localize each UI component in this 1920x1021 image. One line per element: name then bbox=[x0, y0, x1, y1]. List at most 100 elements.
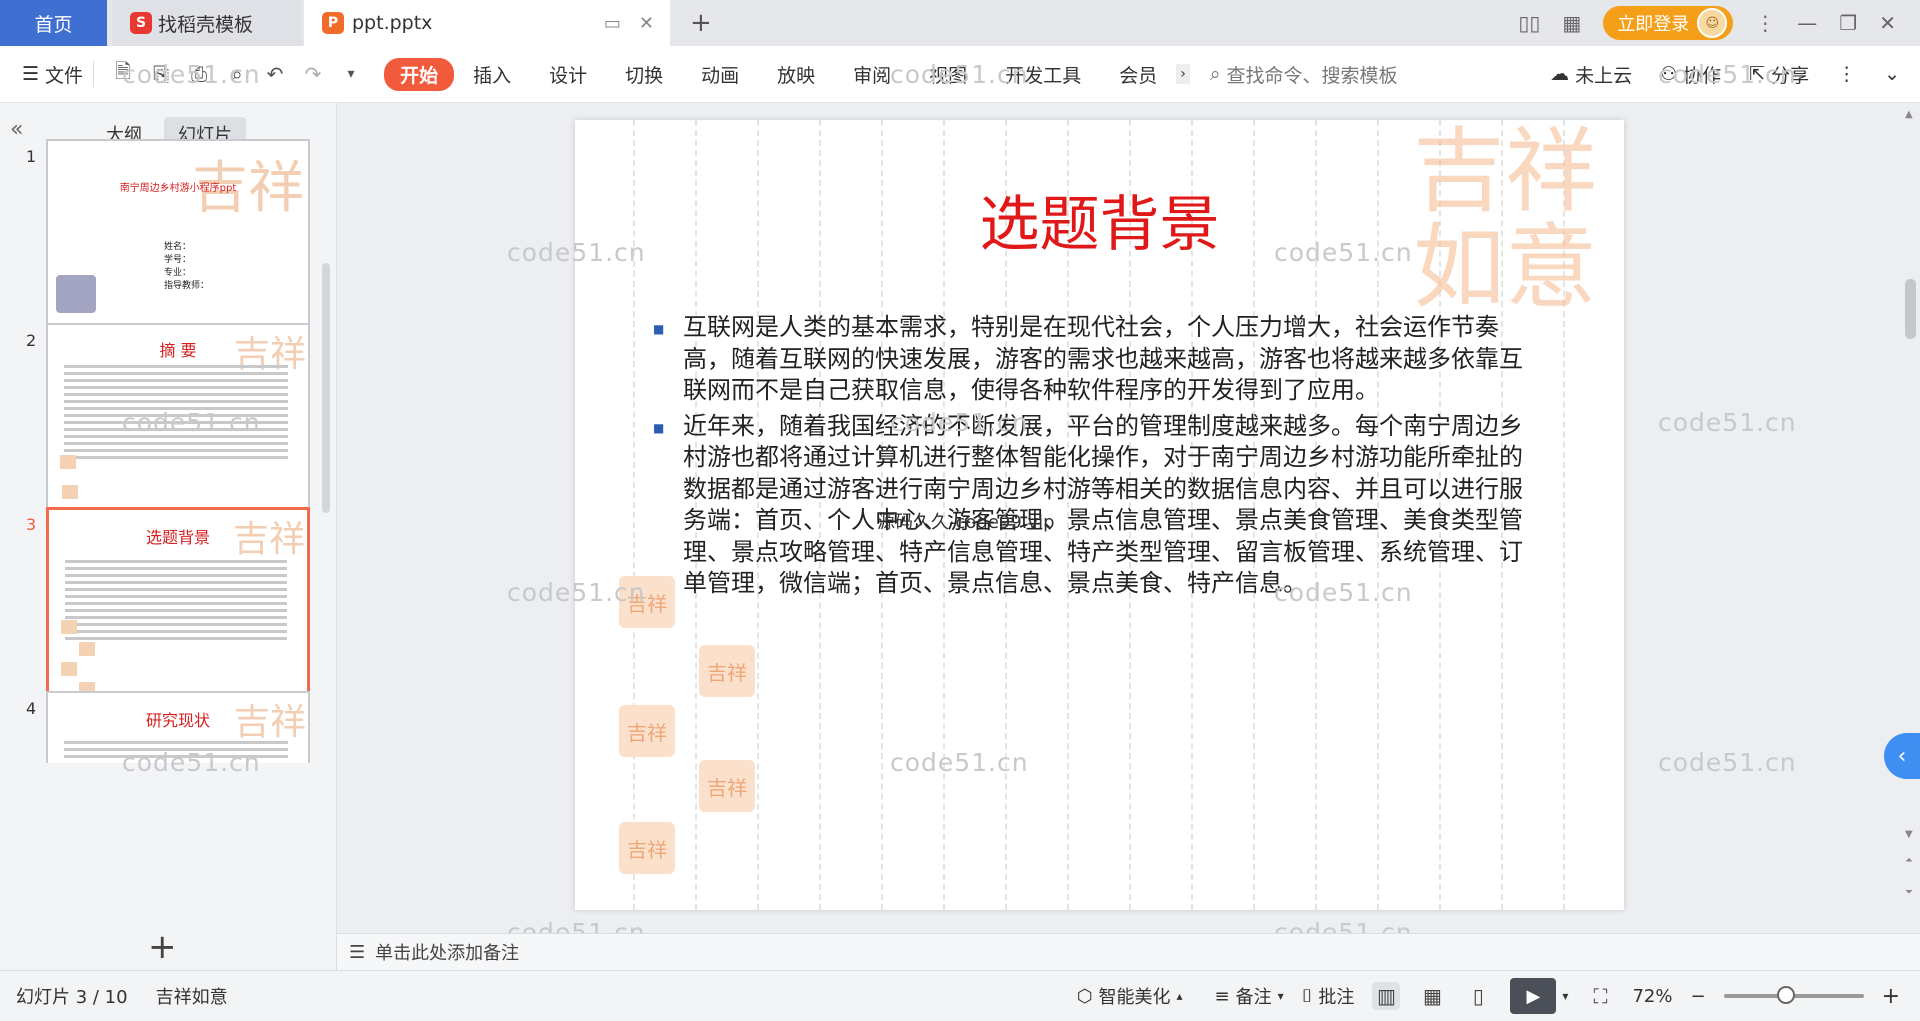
layout-icon[interactable]: ▯▯ bbox=[1518, 11, 1540, 35]
thumbnail-number: 4 bbox=[26, 699, 37, 718]
tab-slideshow[interactable]: 放映 bbox=[758, 61, 834, 88]
watermark: code51.cn bbox=[122, 408, 261, 437]
scroll-down-icon[interactable]: ▼ bbox=[1905, 829, 1913, 840]
notes-bar[interactable]: ☰ 单击此处添加备注 bbox=[337, 933, 1920, 970]
apps-grid-icon[interactable]: ▦ bbox=[1562, 11, 1581, 35]
watermark: code51.cn bbox=[1274, 238, 1413, 267]
command-search[interactable]: ⌕ 查找命令、搜索模板 bbox=[1210, 61, 1398, 88]
close-tab-icon[interactable]: ✕ bbox=[639, 13, 654, 34]
ribbon-tabs: 开始 插入 设计 切换 动画 放映 审阅 视图 开发工具 会员 › bbox=[384, 57, 1190, 91]
scroll-up-icon[interactable]: ▲ bbox=[1905, 109, 1913, 120]
cloud-status[interactable]: ☁ 未上云 bbox=[1550, 61, 1632, 88]
notes-toggle-button[interactable]: ≡ 备注 ▾ bbox=[1214, 983, 1283, 1009]
close-window-icon[interactable]: ✕ bbox=[1879, 11, 1896, 35]
seal-decoration bbox=[61, 620, 77, 634]
hamburger-icon: ☰ bbox=[22, 63, 40, 85]
seal-decoration: 吉祥 bbox=[699, 760, 755, 812]
seal-decoration bbox=[56, 275, 96, 313]
tab-member[interactable]: 会员 bbox=[1100, 61, 1176, 88]
avatar: ☺ bbox=[1697, 8, 1728, 38]
scrollbar-thumb[interactable] bbox=[1905, 279, 1916, 339]
seal-decoration bbox=[79, 642, 95, 656]
slide-body[interactable]: ■ 互联网是人类的基本需求，特别是在现代社会，个人压力增大，社会运作节奏高，随着… bbox=[653, 312, 1533, 604]
collapse-ribbon-icon[interactable]: ⌄ bbox=[1884, 63, 1900, 85]
tab-insert[interactable]: 插入 bbox=[454, 61, 530, 88]
watermark: code51.cn bbox=[1658, 408, 1797, 437]
thumbnail-number: 2 bbox=[26, 331, 37, 350]
zoom-out-icon[interactable]: − bbox=[1690, 986, 1705, 1007]
minimize-icon[interactable]: — bbox=[1797, 11, 1817, 35]
zoom-slider-knob[interactable] bbox=[1776, 986, 1795, 1004]
fit-window-icon[interactable]: ⛶ bbox=[1586, 982, 1614, 1010]
bullet-square-icon: ■ bbox=[653, 420, 665, 435]
canvas-scrollbar[interactable]: ▲ ▼ ⏶ ⏷ bbox=[1901, 103, 1920, 933]
seal-decoration: 吉祥 bbox=[699, 645, 755, 697]
restore-icon[interactable]: ❐ bbox=[1839, 11, 1857, 35]
tab-document[interactable]: P ppt.pptx ▭ ✕ bbox=[304, 0, 670, 46]
slides-panel: « 大纲 幻灯片 1 吉祥 南宁周边乡村游小程序ppt 姓名： 学号： 专业： … bbox=[0, 103, 337, 970]
tab-design[interactable]: 设计 bbox=[530, 61, 606, 88]
notes-icon: ☰ bbox=[349, 941, 366, 963]
tab-home[interactable]: 首页 bbox=[0, 0, 107, 46]
status-controls: ⬡ 智能美化 ▴ ≡ 备注 ▾ ⌷ 批注 ▥ ▦ ▯ ▶ ▾ ⛶ 72% − + bbox=[1077, 971, 1900, 1021]
slide-title[interactable]: 选题背景 bbox=[575, 176, 1624, 263]
watermark: code51.cn bbox=[507, 578, 646, 607]
zoom-slider[interactable] bbox=[1723, 986, 1864, 1004]
watermark: code51.cn bbox=[890, 60, 1029, 89]
reading-view-icon[interactable]: ▯ bbox=[1464, 982, 1492, 1010]
slide-counter: 幻灯片 3 / 10 bbox=[16, 987, 128, 1008]
ppt-file-icon: P bbox=[322, 12, 344, 34]
cloud-icon: ☁ bbox=[1550, 63, 1570, 85]
quick-access-dropdown-icon[interactable]: ▾ bbox=[339, 62, 363, 86]
caret-up-icon: ▴ bbox=[1176, 989, 1183, 1003]
comment-icon: ⌷ bbox=[1301, 985, 1313, 1007]
current-slide[interactable]: 吉祥 如意 吉祥 吉祥 吉祥 吉祥 吉祥 选题背景 ■ 互联网是人类的基本需求，特… bbox=[575, 120, 1624, 910]
zoom-in-icon[interactable]: + bbox=[1882, 984, 1900, 1009]
panel-scrollbar[interactable] bbox=[322, 263, 330, 513]
more-vertical-icon[interactable]: ⋮ bbox=[1837, 63, 1856, 85]
tab-templates[interactable]: S 找稻壳模板 bbox=[112, 0, 302, 46]
chevron-left-icon: ‹ bbox=[1897, 743, 1907, 769]
tab-bar: 首页 S 找稻壳模板 P ppt.pptx ▭ ✕ + ▯▯ ▦ 立即登录 ☺ … bbox=[0, 0, 1920, 46]
add-slide-button[interactable]: + bbox=[148, 927, 177, 967]
bullet-square-icon: ■ bbox=[653, 322, 665, 336]
thumbnail-number: 3 bbox=[26, 515, 37, 534]
smart-beautify-button[interactable]: ⬡ 智能美化 ▴ bbox=[1077, 983, 1183, 1009]
more-vertical-icon[interactable]: ⋮ bbox=[1755, 11, 1775, 35]
seal-decoration: 吉祥 bbox=[619, 705, 675, 757]
next-slide-icon[interactable]: ⏷ bbox=[1905, 887, 1913, 898]
seal-decoration bbox=[61, 662, 77, 676]
tabs-scroll-right-icon[interactable]: › bbox=[1176, 64, 1190, 84]
watermark: code51.cn bbox=[122, 60, 261, 89]
status-bar: 幻灯片 3 / 10 吉祥如意 ⬡ 智能美化 ▴ ≡ 备注 ▾ ⌷ 批注 ▥ ▦… bbox=[0, 970, 1920, 1021]
watermark: code51.cn bbox=[1658, 60, 1797, 89]
zoom-level[interactable]: 72% bbox=[1632, 986, 1672, 1007]
thumbnail-number: 1 bbox=[26, 147, 37, 166]
tab-transition[interactable]: 切换 bbox=[606, 61, 682, 88]
tab-animation[interactable]: 动画 bbox=[682, 61, 758, 88]
titlebar-controls: ▯▯ ▦ 立即登录 ☺ ⋮ — ❐ ✕ bbox=[1518, 0, 1920, 46]
login-button[interactable]: 立即登录 ☺ bbox=[1603, 6, 1734, 40]
play-slideshow-button[interactable]: ▶ bbox=[1510, 978, 1557, 1014]
overlay-watermark-text: 源码久久-code99.vip bbox=[877, 512, 1055, 533]
normal-view-icon[interactable]: ▥ bbox=[1372, 982, 1401, 1010]
slide-thumbnail-3[interactable]: 吉祥 选题背景 bbox=[46, 507, 310, 705]
prev-slide-icon[interactable]: ⏶ bbox=[1905, 855, 1913, 866]
comment-button[interactable]: ⌷ 批注 bbox=[1302, 983, 1355, 1009]
caret-down-icon: ▾ bbox=[1277, 989, 1284, 1003]
watermark: code51.cn bbox=[507, 238, 646, 267]
new-tab-button[interactable]: + bbox=[690, 0, 712, 46]
collapse-panel-icon[interactable]: « bbox=[10, 117, 23, 142]
bullet-item: ■ 近年来，随着我国经济的不断发展，平台的管理制度越来越多。每个南宁周边乡村游也… bbox=[653, 411, 1533, 600]
theme-name[interactable]: 吉祥如意 bbox=[156, 983, 228, 1009]
undo-icon[interactable]: ↶ bbox=[263, 62, 287, 86]
play-dropdown-icon[interactable]: ▾ bbox=[1562, 989, 1568, 1003]
watermark: code51.cn bbox=[890, 748, 1029, 777]
slide-thumbnail-1[interactable]: 吉祥 南宁周边乡村游小程序ppt 姓名： 学号： 专业： 指导教师： bbox=[46, 139, 310, 337]
redo-icon[interactable]: ↷ bbox=[301, 62, 325, 86]
tab-start[interactable]: 开始 bbox=[384, 57, 455, 91]
slide-sorter-icon[interactable]: ▦ bbox=[1418, 982, 1446, 1010]
float-window-icon[interactable]: ▭ bbox=[604, 13, 621, 34]
watermark: code51.cn bbox=[1274, 578, 1413, 607]
file-menu[interactable]: ☰ 文件 bbox=[22, 61, 83, 88]
